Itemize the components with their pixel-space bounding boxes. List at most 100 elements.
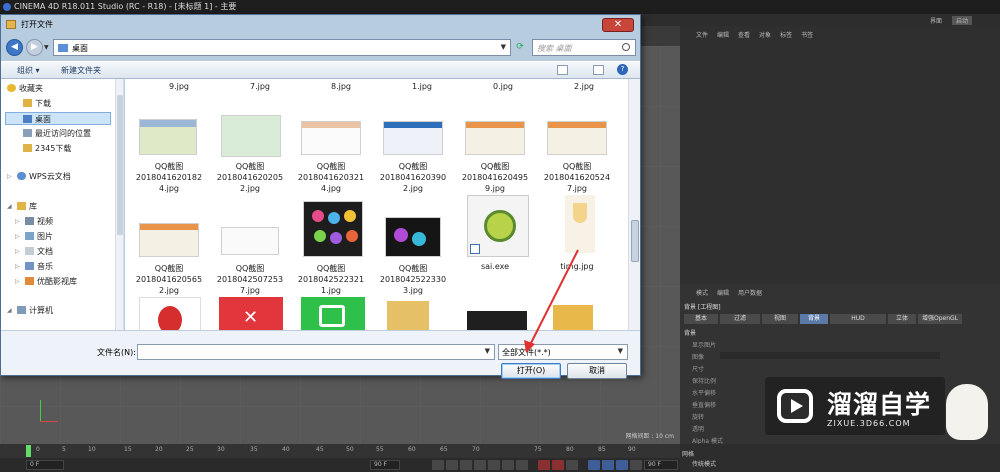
organize-button[interactable]: 组织 ▾ bbox=[17, 65, 40, 76]
expand-arrow-icon[interactable]: ▷ bbox=[15, 260, 20, 273]
next-frame-button[interactable] bbox=[488, 460, 500, 470]
app-icon[interactable] bbox=[301, 297, 365, 330]
folder-icon[interactable] bbox=[387, 301, 429, 330]
om-menu-file[interactable]: 文件 bbox=[696, 30, 708, 39]
file-thumbnail[interactable] bbox=[565, 195, 595, 253]
file-list-scrollbar[interactable] bbox=[628, 79, 640, 330]
file-item[interactable]: QQ截图 2018041620524 7.jpg bbox=[537, 161, 617, 194]
keyframe-icon[interactable] bbox=[566, 460, 578, 470]
nav-videos[interactable]: 视频 bbox=[25, 215, 53, 228]
rotate-key-icon[interactable] bbox=[616, 460, 628, 470]
file-label[interactable]: 2.jpg bbox=[544, 81, 624, 92]
am-menu-userdata[interactable]: 用户数据 bbox=[738, 288, 762, 297]
nav-music[interactable]: 音乐 bbox=[25, 260, 53, 273]
nav-library[interactable]: 库 bbox=[17, 200, 37, 213]
timeline[interactable]: 0 5 10 15 20 25 30 35 40 45 50 55 60 65 … bbox=[0, 444, 680, 458]
nav-scrollbar-thumb[interactable] bbox=[117, 95, 123, 235]
chevron-down-icon[interactable]: ▼ bbox=[485, 347, 490, 355]
next-key-button[interactable] bbox=[502, 460, 514, 470]
help-icon[interactable]: ? bbox=[617, 64, 628, 75]
file-thumbnail[interactable] bbox=[385, 217, 441, 257]
file-item[interactable]: timg.jpg bbox=[537, 261, 617, 272]
chevron-down-icon[interactable]: ▼ bbox=[618, 347, 623, 355]
file-label[interactable]: 1.jpg bbox=[382, 81, 462, 92]
file-thumbnail[interactable] bbox=[301, 121, 361, 155]
am-menu-edit[interactable]: 编辑 bbox=[717, 288, 729, 297]
file-item[interactable]: QQ截图 2018042522321 1.jpg bbox=[291, 263, 371, 296]
layout-tab-startup[interactable]: 启动 bbox=[952, 16, 973, 25]
cancel-button[interactable]: 取消 bbox=[567, 363, 627, 379]
prev-key-button[interactable] bbox=[446, 460, 458, 470]
om-menu-bookmark[interactable]: 书签 bbox=[801, 30, 813, 39]
autokey-icon[interactable] bbox=[552, 460, 564, 470]
dialog-title-bar[interactable]: 打开文件 ✕ bbox=[1, 15, 640, 35]
filename-input[interactable]: ▼ bbox=[137, 344, 495, 360]
file-item[interactable]: QQ截图 2018041620321 4.jpg bbox=[291, 161, 371, 194]
sai-exe-icon[interactable] bbox=[467, 195, 529, 257]
app-icon[interactable]: ✕ bbox=[219, 297, 283, 330]
filetype-select[interactable]: 全部文件(*.*) ▼ bbox=[498, 344, 628, 360]
om-menu-edit[interactable]: 编辑 bbox=[717, 30, 729, 39]
file-thumbnail[interactable] bbox=[465, 121, 525, 155]
nav-scrollbar[interactable] bbox=[115, 79, 123, 330]
image-path-field[interactable] bbox=[720, 352, 940, 359]
frame-end-field[interactable]: 90 F bbox=[370, 460, 400, 470]
file-thumbnail[interactable] bbox=[139, 223, 199, 257]
play-button[interactable] bbox=[474, 460, 486, 470]
file-label[interactable]: 9.jpg bbox=[139, 81, 219, 92]
file-item[interactable]: QQ截图 2018041620495 9.jpg bbox=[455, 161, 535, 194]
nav-favorites[interactable]: 收藏夹 bbox=[7, 82, 43, 95]
open-button[interactable]: 打开(O) bbox=[501, 363, 561, 379]
scrollbar-thumb[interactable] bbox=[631, 220, 639, 262]
nav-pictures[interactable]: 图片 bbox=[25, 230, 53, 243]
file-thumbnail[interactable] bbox=[221, 115, 281, 157]
timeline-playhead[interactable] bbox=[26, 445, 31, 457]
nav-downloads[interactable]: 下载 bbox=[23, 97, 51, 110]
expand-arrow-icon[interactable]: ▷ bbox=[15, 215, 20, 228]
close-button[interactable]: ✕ bbox=[602, 18, 634, 32]
history-dropdown-icon[interactable]: ▼ bbox=[44, 44, 49, 51]
tab-stereo[interactable]: 立体 bbox=[888, 314, 916, 324]
frame-end-field-2[interactable]: 90 F bbox=[644, 460, 678, 470]
om-menu-object[interactable]: 对象 bbox=[759, 30, 771, 39]
forward-button[interactable]: ▶ bbox=[26, 39, 43, 56]
file-thumbnail[interactable] bbox=[139, 119, 197, 155]
move-key-icon[interactable] bbox=[588, 460, 600, 470]
file-thumbnail[interactable] bbox=[221, 227, 279, 255]
refresh-icon[interactable]: ⟳ bbox=[513, 39, 527, 56]
collapse-arrow-icon[interactable]: ◢ bbox=[7, 200, 12, 213]
last-frame-button[interactable] bbox=[516, 460, 528, 470]
om-menu-tag[interactable]: 标签 bbox=[780, 30, 792, 39]
file-item[interactable]: sai.exe bbox=[455, 261, 535, 272]
nav-computer[interactable]: 计算机 bbox=[17, 304, 53, 317]
file-thumbnail[interactable] bbox=[467, 311, 527, 330]
file-label[interactable]: 7.jpg bbox=[220, 81, 300, 92]
nav-wps[interactable]: WPS云文档 bbox=[17, 170, 71, 183]
tab-view[interactable]: 视图 bbox=[762, 314, 798, 324]
expand-arrow-icon[interactable]: ▷ bbox=[15, 230, 20, 243]
tab-filter[interactable]: 过滤 bbox=[720, 314, 760, 324]
tab-background[interactable]: 背景 bbox=[800, 314, 828, 324]
tab-enhanced-opengl[interactable]: 增强OpenGL bbox=[918, 314, 962, 324]
file-item[interactable]: QQ截图 2018041620182 4.jpg bbox=[129, 161, 209, 194]
nav-documents[interactable]: 文档 bbox=[25, 245, 53, 258]
nav-youku[interactable]: 优酷影视库 bbox=[25, 275, 77, 288]
nav-2345[interactable]: 2345下载 bbox=[23, 142, 71, 155]
layout-tab-interface[interactable]: 界面 bbox=[930, 16, 942, 25]
nav-recent[interactable]: 最近访问的位置 bbox=[23, 127, 91, 140]
file-thumbnail[interactable] bbox=[547, 121, 607, 155]
collapse-arrow-icon[interactable]: ◢ bbox=[7, 304, 12, 317]
back-button[interactable]: ◀ bbox=[6, 39, 23, 56]
file-label[interactable]: 0.jpg bbox=[463, 81, 543, 92]
file-item[interactable]: QQ截图 2018041620205 2.jpg bbox=[210, 161, 290, 194]
file-item[interactable]: QQ截图 2018041620390 2.jpg bbox=[373, 161, 453, 194]
first-frame-button[interactable] bbox=[432, 460, 444, 470]
om-menu-view[interactable]: 查看 bbox=[738, 30, 750, 39]
view-mode-icon[interactable] bbox=[557, 65, 568, 75]
prev-frame-button[interactable] bbox=[460, 460, 472, 470]
new-folder-button[interactable]: 新建文件夹 bbox=[61, 65, 101, 76]
file-thumbnail[interactable] bbox=[383, 121, 443, 155]
tab-basic[interactable]: 基本 bbox=[684, 314, 718, 324]
file-item[interactable]: QQ截图 2018042522330 3.jpg bbox=[373, 263, 453, 296]
chevron-down-icon[interactable]: ▼ bbox=[501, 43, 506, 51]
